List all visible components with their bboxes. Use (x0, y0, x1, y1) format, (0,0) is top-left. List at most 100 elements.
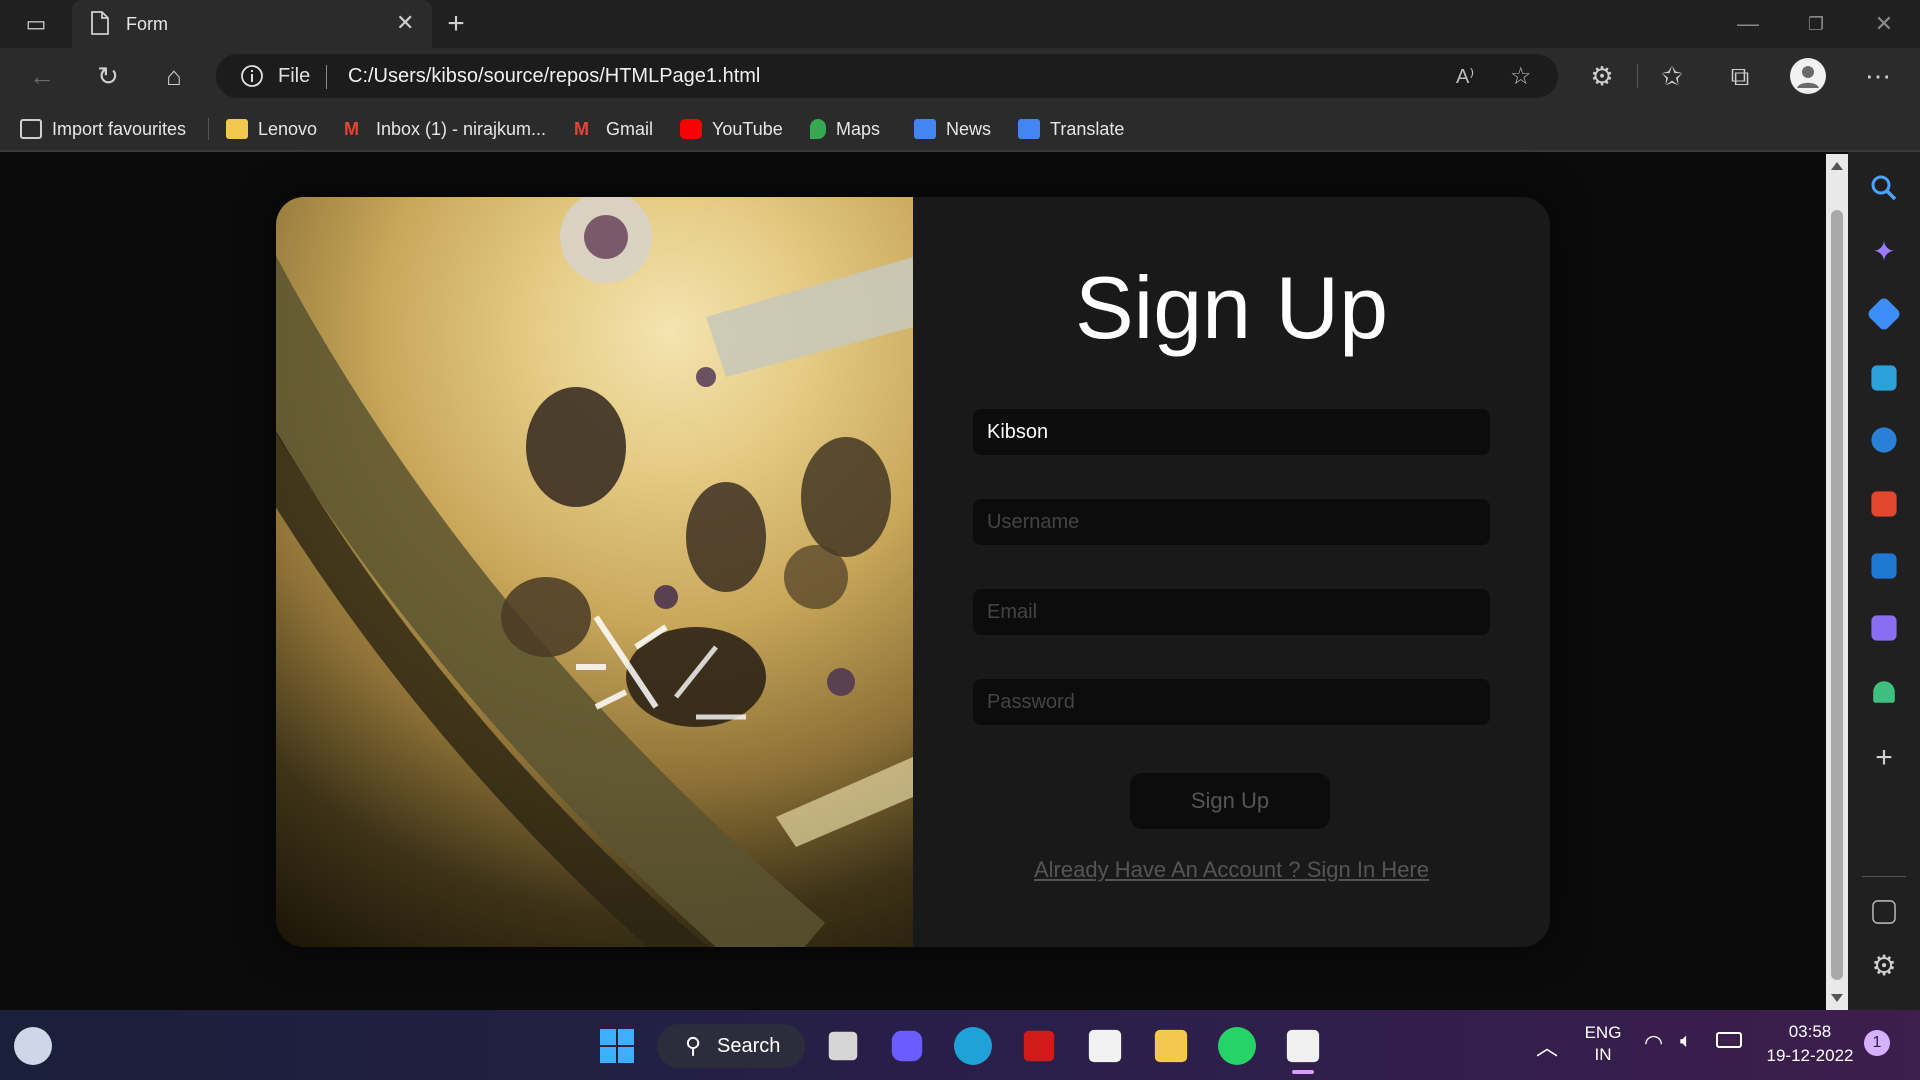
bookmarks-bar: Import favourites Lenovo M Inbox (1) - n… (0, 104, 1920, 152)
scrollbar-thumb[interactable] (1831, 210, 1843, 980)
tab-actions-icon[interactable]: ▭ (16, 4, 56, 44)
sign-up-button[interactable]: Sign Up (1130, 773, 1330, 829)
sidebar-settings-icon[interactable]: ⚙ (1866, 948, 1902, 984)
minimize-icon[interactable]: — (1728, 10, 1768, 38)
more-menu-icon[interactable]: ⋯ (1858, 56, 1898, 96)
outlook-icon[interactable] (1871, 553, 1897, 579)
extensions-icon[interactable]: ⚙ (1582, 56, 1622, 96)
bookmark-separator (208, 118, 209, 140)
restore-icon[interactable]: ❐ (1796, 10, 1836, 38)
show-hidden-icons[interactable]: ︿ (1536, 1030, 1558, 1062)
taskbar-search[interactable]: ⚲ Search (657, 1024, 805, 1068)
back-icon[interactable]: ← (22, 56, 62, 96)
bookmark-label: Lenovo (258, 118, 318, 139)
name-field[interactable] (973, 409, 1490, 455)
tab-form[interactable]: Form ✕ (72, 0, 432, 48)
bookmark-label: Inbox (1) - nirajkum... (376, 118, 547, 139)
active-app-indicator (1292, 1070, 1314, 1074)
bookmark-label: Import favourites (52, 118, 187, 139)
favourites-icon[interactable]: ✩ (1652, 56, 1692, 96)
taskbar-search-label: Search (717, 1035, 781, 1057)
signup-card: Sign Up Sign Up Already Have An Account … (276, 197, 1550, 947)
bookmark-label: Translate (1050, 118, 1125, 139)
whatsapp-icon[interactable] (1218, 1027, 1256, 1065)
bookmark-import-favourites[interactable]: Import favourites (20, 116, 186, 142)
close-window-icon[interactable]: ✕ (1864, 10, 1904, 38)
search-icon[interactable] (1866, 170, 1902, 206)
gmail-icon: M (344, 119, 359, 139)
mcafee-icon[interactable] (1023, 1030, 1055, 1062)
clock-date: 19-12-2022 (1766, 1046, 1854, 1065)
wifi-icon[interactable]: ◠ (1644, 1030, 1663, 1056)
bookmark-label: YouTube (712, 118, 783, 139)
folder-icon (226, 119, 248, 139)
drop-icon[interactable] (1871, 615, 1897, 641)
address-url[interactable]: C:/Users/kibso/source/repos/HTMLPage1.ht… (348, 65, 760, 88)
browser-toolbar: ← ↻ ⌂ File C:/Users/kibso/source/repos/H… (0, 48, 1920, 104)
edge-icon[interactable] (954, 1027, 992, 1065)
start-windows-icon[interactable] (598, 1027, 636, 1065)
vertical-scrollbar[interactable] (1826, 154, 1848, 1010)
task-view-icon[interactable] (828, 1031, 858, 1061)
microsoft-store-icon[interactable] (1088, 1029, 1122, 1063)
password-field[interactable] (973, 679, 1490, 725)
tree-icon[interactable] (1873, 681, 1895, 703)
scroll-up-arrow-icon[interactable] (1831, 162, 1843, 170)
bookmark-inbox[interactable]: M Inbox (1) - nirajkum... (344, 116, 546, 142)
email-field[interactable] (973, 589, 1490, 635)
home-icon[interactable]: ⌂ (154, 56, 194, 96)
office-icon[interactable] (1871, 491, 1897, 517)
sign-in-link[interactable]: Already Have An Account ? Sign In Here (913, 857, 1550, 883)
hide-sidebar-icon[interactable] (1872, 900, 1896, 924)
bookmark-news[interactable]: News (914, 116, 991, 142)
form-heading: Sign Up (1074, 258, 1389, 357)
watch-mechanism-image (276, 197, 913, 947)
username-field[interactable] (973, 499, 1490, 545)
translate-icon (1018, 119, 1040, 139)
clock[interactable]: 03:58 19-12-2022 (1760, 1020, 1860, 1068)
notification-badge[interactable]: 1 (1864, 1030, 1890, 1056)
taskbar-search-icon: ⚲ (685, 1033, 702, 1058)
tools-briefcase-icon[interactable] (1871, 365, 1897, 391)
close-tab-icon[interactable]: ✕ (396, 10, 414, 36)
news-icon (914, 119, 936, 139)
bookmark-lenovo[interactable]: Lenovo (226, 116, 317, 142)
language-code: ENG (1584, 1023, 1622, 1042)
read-aloud-icon[interactable]: A⁾ (1456, 64, 1474, 89)
site-info-icon[interactable] (240, 64, 264, 93)
page-viewport: Sign Up Sign Up Already Have An Account … (0, 154, 1826, 1010)
file-explorer-icon[interactable] (1154, 1029, 1188, 1063)
youtube-icon (680, 119, 702, 139)
bookmark-translate[interactable]: Translate (1018, 116, 1124, 142)
new-tab-icon[interactable]: + (436, 4, 476, 44)
add-sidebar-app-icon[interactable]: + (1866, 740, 1902, 776)
games-icon[interactable] (1871, 427, 1897, 453)
collections-icon[interactable]: ⧉ (1720, 56, 1760, 96)
sidebar-divider (1862, 876, 1906, 877)
address-separator (326, 65, 327, 89)
bookmark-maps[interactable]: Maps (810, 116, 880, 142)
battery-icon[interactable] (1716, 1032, 1742, 1048)
edge-sidebar: ✦ + ⚙ (1848, 152, 1920, 1010)
bookmark-label: News (946, 118, 992, 139)
bookmark-label: Gmail (606, 118, 654, 139)
bookmark-gmail[interactable]: M Gmail (574, 116, 653, 142)
clock-time: 03:58 (1788, 1022, 1832, 1041)
address-bar[interactable]: File C:/Users/kibso/source/repos/HTMLPag… (216, 54, 1558, 98)
scroll-down-arrow-icon[interactable] (1831, 994, 1843, 1002)
import-icon (20, 119, 42, 139)
teams-chat-icon[interactable] (891, 1030, 923, 1062)
language-indicator[interactable]: ENG IN (1578, 1022, 1628, 1066)
signup-form: Sign Up Sign Up Already Have An Account … (913, 197, 1550, 947)
bookmark-youtube[interactable]: YouTube (680, 116, 783, 142)
shopping-tag-icon[interactable] (1866, 296, 1902, 332)
volume-muted-icon[interactable]: 🔈︎ (1680, 1030, 1692, 1053)
address-scheme: File (278, 65, 311, 87)
profile-avatar[interactable] (1790, 58, 1826, 94)
snipping-tool-icon[interactable] (1286, 1029, 1320, 1063)
toolbar-separator (1637, 64, 1638, 88)
weather-icon[interactable] (14, 1027, 52, 1065)
discover-sparkle-icon[interactable]: ✦ (1866, 234, 1902, 270)
refresh-icon[interactable]: ↻ (88, 56, 128, 96)
add-favourite-icon[interactable]: ☆ (1510, 62, 1532, 91)
